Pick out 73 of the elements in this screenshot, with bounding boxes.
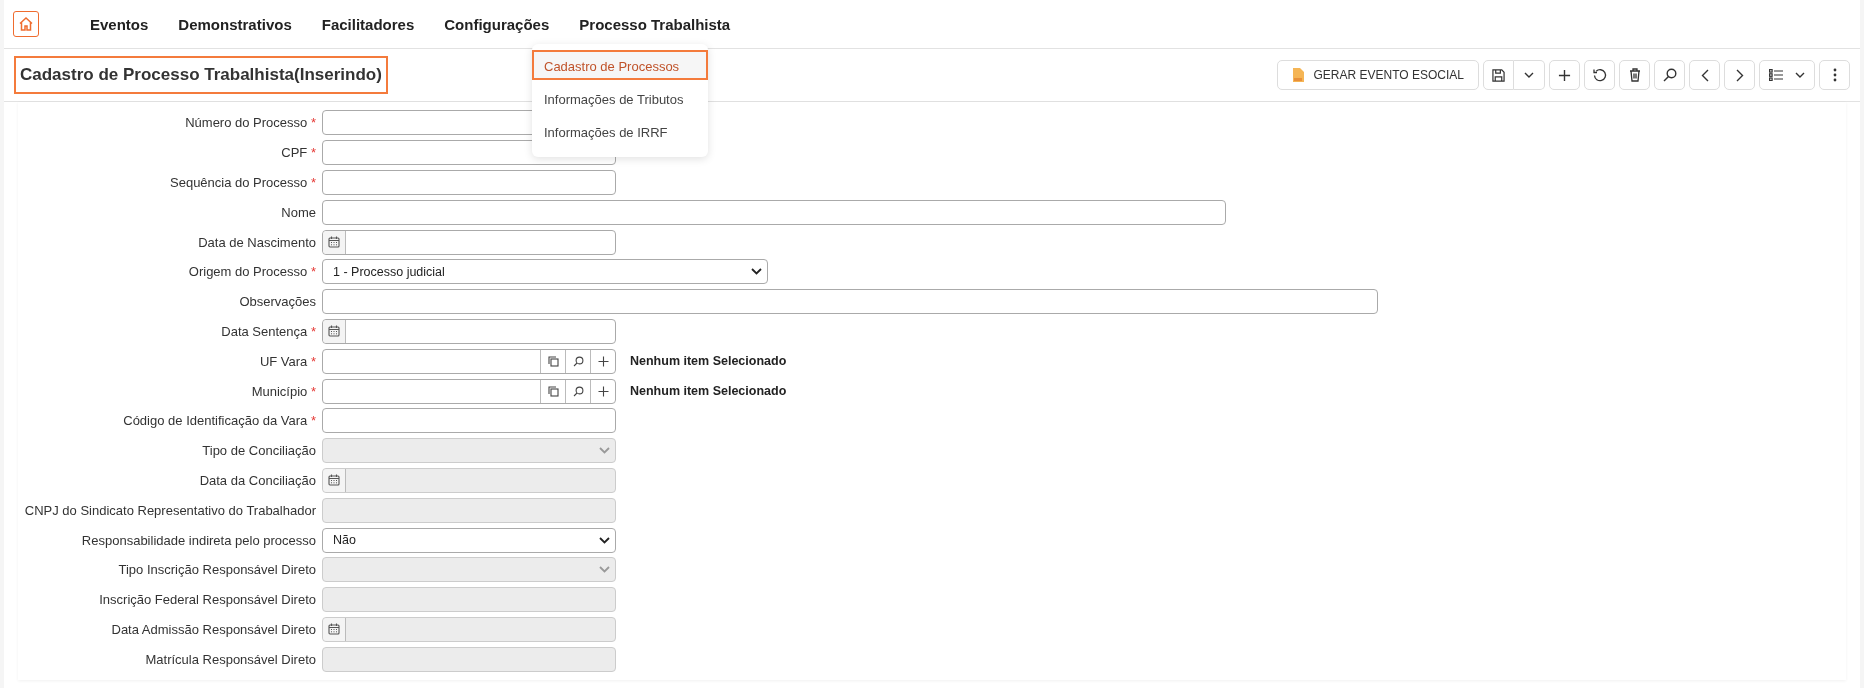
chevron-down-icon [599, 566, 610, 574]
document-icon [1291, 68, 1304, 82]
generate-esocial-button[interactable]: GERAR EVENTO ESOCIAL [1276, 60, 1479, 90]
plus-icon [1558, 68, 1571, 82]
input-field[interactable] [322, 199, 1226, 225]
nav-menu-item[interactable]: Eventos [75, 9, 164, 39]
chevron-down-icon [599, 447, 610, 455]
input-field[interactable] [322, 289, 1378, 315]
caret-icon [1795, 72, 1805, 78]
field-label: Município * [250, 383, 316, 399]
field-label: Origem do Processo * [187, 264, 316, 280]
field-label: Observações [238, 294, 316, 310]
dropdown-menu-item[interactable]: Informações de Tributos [532, 83, 708, 113]
undo-icon [1592, 68, 1607, 82]
field-label: Data Sentença * [220, 323, 316, 339]
select-value: Não [332, 533, 356, 548]
dropdown-menu-item[interactable]: Cadastro de Processos [532, 50, 708, 80]
page-title: Cadastro de Processo Trabalhista(Inserindo) [14, 56, 388, 94]
calendar-icon [323, 230, 346, 254]
input-field[interactable] [322, 170, 616, 195]
nav-menu-item[interactable]: Facilitadores [306, 9, 430, 39]
add-button[interactable] [1549, 60, 1580, 90]
field-label: Responsabilidade indireta pelo processo [80, 532, 316, 548]
select-field[interactable]: 1 - Processo judicial [322, 259, 768, 285]
search-icon [1662, 68, 1677, 82]
select-value: 1 - Processo judicial [332, 264, 445, 279]
field-label: Data da Conciliação [198, 472, 316, 488]
more-options-button[interactable] [1819, 60, 1850, 90]
search-button[interactable] [1654, 60, 1685, 90]
trash-icon [1628, 68, 1641, 82]
field-label: Tipo Inscrição Responsável Direto [117, 562, 316, 578]
dropdown-menu-item[interactable]: Informações de IRRF [532, 116, 708, 146]
chevron-left-icon [1700, 68, 1709, 82]
chevron-down-icon [751, 268, 762, 276]
date-field[interactable] [322, 318, 616, 344]
home-button[interactable] [13, 11, 39, 37]
next-button[interactable] [1724, 60, 1755, 90]
calendar-icon [323, 617, 346, 641]
save-icon [1492, 68, 1505, 82]
date-field[interactable] [322, 229, 616, 255]
calendar-icon [323, 319, 346, 343]
lookup-field[interactable] [322, 348, 616, 374]
field-label: Data Admissão Responsável Direto [110, 621, 316, 637]
input-field[interactable] [322, 408, 616, 434]
field-label: UF Vara * [258, 353, 316, 369]
undo-button[interactable] [1584, 60, 1615, 90]
field-label: Inscrição Federal Responsável Direto [98, 592, 316, 608]
field-label: CNPJ do Sindicato Representativo do Trabalhador [23, 502, 316, 518]
field-label: Nome [280, 204, 316, 220]
nav-menu-item[interactable]: Processo Trabalhista [564, 9, 746, 39]
more-icon [1832, 68, 1837, 82]
save-button[interactable] [1483, 60, 1514, 90]
home-icon [18, 16, 34, 32]
list-icon [1769, 69, 1783, 81]
field-label: Matrícula Responsável Direto [144, 651, 316, 667]
selection-status: Nenhum item Selecionado [630, 354, 787, 369]
field-label: Data de Nascimento [197, 234, 316, 250]
field-label: Número do Processo * [184, 115, 316, 131]
field-label: Código de Identificação da Vara * [122, 413, 316, 429]
list-view-button[interactable] [1759, 60, 1815, 90]
select-field[interactable]: Não [322, 527, 616, 553]
calendar-icon [323, 468, 346, 492]
nav-menu-item[interactable]: Configurações [429, 9, 565, 39]
caret-icon [1524, 72, 1534, 78]
field-label: Sequência do Processo * [169, 175, 316, 190]
selection-status: Nenhum item Selecionado [630, 384, 787, 399]
nav-menu-item[interactable]: Demonstrativos [163, 9, 307, 39]
lookup-field[interactable] [322, 378, 616, 404]
delete-button[interactable] [1619, 60, 1650, 90]
field-label: CPF * [280, 145, 316, 161]
chevron-right-icon [1735, 68, 1744, 82]
chevron-down-icon [599, 536, 610, 544]
field-label: Tipo de Conciliação [201, 443, 316, 459]
